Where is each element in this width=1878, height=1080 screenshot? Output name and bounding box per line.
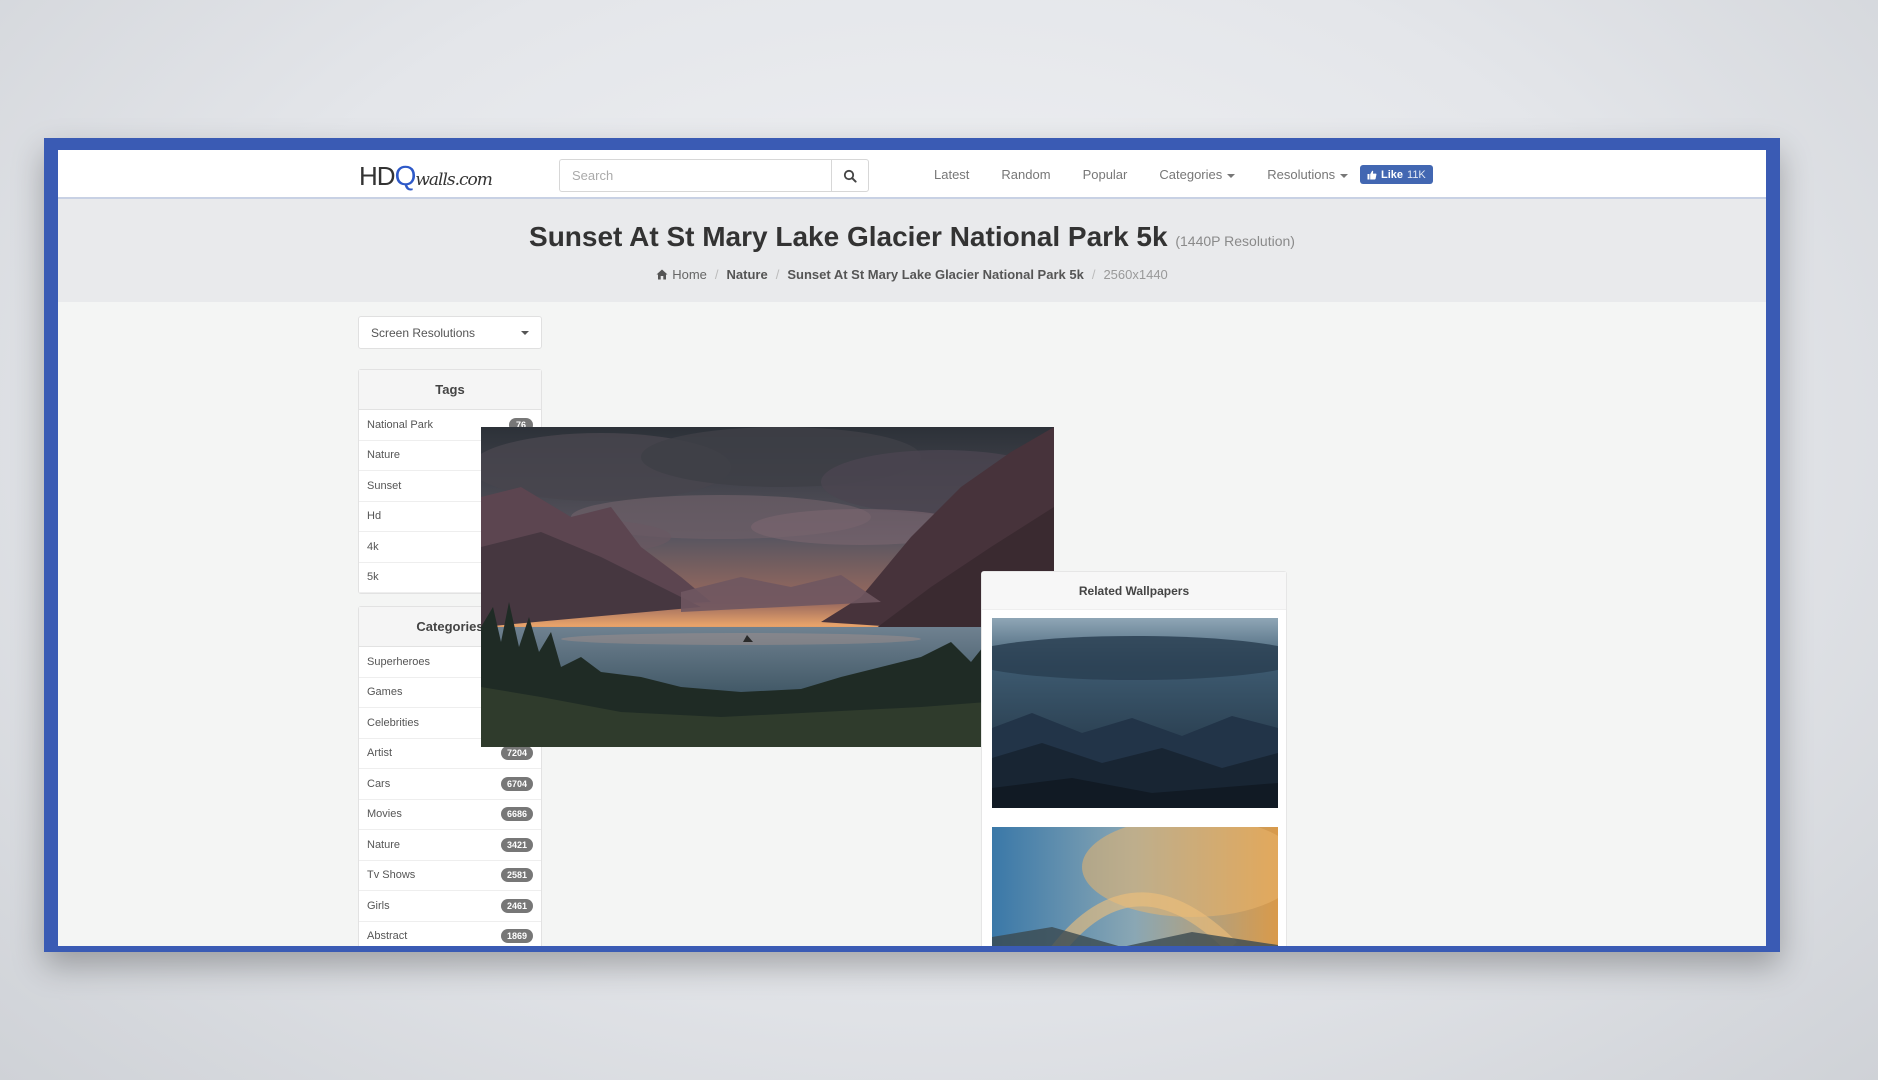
- breadcrumb-page[interactable]: Sunset At St Mary Lake Glacier National …: [787, 267, 1083, 282]
- tag-label: Sunset: [367, 479, 402, 492]
- screen-resolutions-label: Screen Resolutions: [371, 325, 476, 340]
- search-form: [559, 159, 869, 192]
- nav-links: Latest Random Popular Categories Resolut…: [918, 150, 1364, 199]
- facebook-like-button[interactable]: Like 11K: [1360, 165, 1433, 184]
- related-wallpapers-title: Related Wallpapers: [982, 572, 1286, 610]
- site-logo[interactable]: HDQwalls.com: [359, 160, 493, 192]
- tag-label: 4k: [367, 540, 379, 553]
- tag-label: Nature: [367, 449, 401, 462]
- breadcrumb-category[interactable]: Nature: [727, 267, 768, 282]
- category-label: Girls: [367, 899, 390, 912]
- logo-prefix: HD: [359, 161, 396, 191]
- caret-down-icon: [1227, 173, 1236, 178]
- thumbs-up-icon: [1367, 170, 1377, 179]
- top-navbar: HDQwalls.com Latest Random Popular Categ…: [58, 150, 1766, 199]
- count-badge: 7204: [500, 746, 533, 761]
- search-button[interactable]: [831, 159, 869, 192]
- breadcrumb-home[interactable]: Home: [656, 267, 707, 282]
- logo-q: Q: [394, 160, 417, 191]
- category-item[interactable]: Abstract 1869: [359, 922, 541, 947]
- tag-label: 5k: [367, 571, 379, 584]
- page-title: Sunset At St Mary Lake Glacier National …: [58, 221, 1766, 253]
- resolution-note: (1440P Resolution): [1175, 233, 1295, 249]
- category-item[interactable]: Movies 6686: [359, 800, 541, 830]
- nav-resolutions-label: Resolutions: [1267, 167, 1336, 182]
- wallpaper-image[interactable]: [481, 427, 1054, 747]
- category-label: Tv Shows: [367, 869, 416, 882]
- breadcrumb-home-label: Home: [672, 267, 707, 282]
- category-item[interactable]: Tv Shows 2581: [359, 861, 541, 891]
- category-label: Celebrities: [367, 716, 419, 729]
- category-item[interactable]: Girls 2461: [359, 891, 541, 922]
- nav-categories-label: Categories: [1159, 167, 1223, 182]
- home-icon: [656, 269, 668, 280]
- breadcrumb: Home / Nature / Sunset At St Mary Lake G…: [58, 267, 1766, 282]
- page-title-text: Sunset At St Mary Lake Glacier National …: [529, 221, 1168, 252]
- title-banner: Sunset At St Mary Lake Glacier National …: [58, 199, 1766, 302]
- breadcrumb-separator: /: [714, 267, 719, 282]
- count-badge: 2461: [500, 898, 533, 913]
- related-wallpaper-thumb[interactable]: [992, 827, 1278, 946]
- nav-random[interactable]: Random: [985, 167, 1066, 182]
- search-icon: [843, 169, 857, 183]
- breadcrumb-size: 2560x1440: [1103, 267, 1168, 282]
- tag-label: Hd: [367, 510, 382, 523]
- facebook-like-count: 11K: [1407, 168, 1426, 181]
- category-label: Games: [367, 686, 403, 699]
- count-badge: 1869: [500, 929, 533, 944]
- category-label: Nature: [367, 838, 401, 851]
- category-label: Artist: [367, 747, 393, 760]
- search-input[interactable]: [559, 159, 831, 192]
- category-label: Abstract: [367, 930, 408, 943]
- category-label: Cars: [367, 777, 391, 790]
- related-wallpaper-thumb[interactable]: [992, 618, 1278, 813]
- browser-viewport: HDQwalls.com Latest Random Popular Categ…: [58, 150, 1766, 946]
- caret-down-icon: [1340, 173, 1349, 178]
- facebook-like-label: Like: [1381, 168, 1404, 181]
- category-item[interactable]: Cars 6704: [359, 769, 541, 800]
- nav-popular[interactable]: Popular: [1067, 167, 1144, 182]
- category-item[interactable]: Nature 3421: [359, 830, 541, 861]
- logo-suffix: walls.com: [415, 170, 493, 190]
- count-badge: 6704: [500, 776, 533, 791]
- nav-resolutions-dropdown[interactable]: Resolutions: [1251, 167, 1364, 182]
- nav-latest[interactable]: Latest: [918, 167, 985, 182]
- count-badge: 6686: [500, 807, 533, 822]
- breadcrumb-separator: /: [775, 267, 780, 282]
- caret-down-icon: [521, 330, 529, 335]
- category-label: Superheroes: [367, 655, 430, 668]
- count-badge: 2581: [500, 868, 533, 883]
- screen-resolutions-dropdown[interactable]: Screen Resolutions: [358, 316, 542, 349]
- count-badge: 3421: [500, 837, 533, 852]
- screen-frame: HDQwalls.com Latest Random Popular Categ…: [44, 138, 1780, 952]
- nav-categories-dropdown[interactable]: Categories: [1143, 167, 1251, 182]
- related-wallpapers-panel: Related Wallpapers: [981, 571, 1287, 946]
- breadcrumb-separator: /: [1091, 267, 1096, 282]
- tag-label: National Park: [367, 418, 434, 431]
- tags-panel-title: Tags: [359, 370, 541, 410]
- category-label: Movies: [367, 808, 402, 821]
